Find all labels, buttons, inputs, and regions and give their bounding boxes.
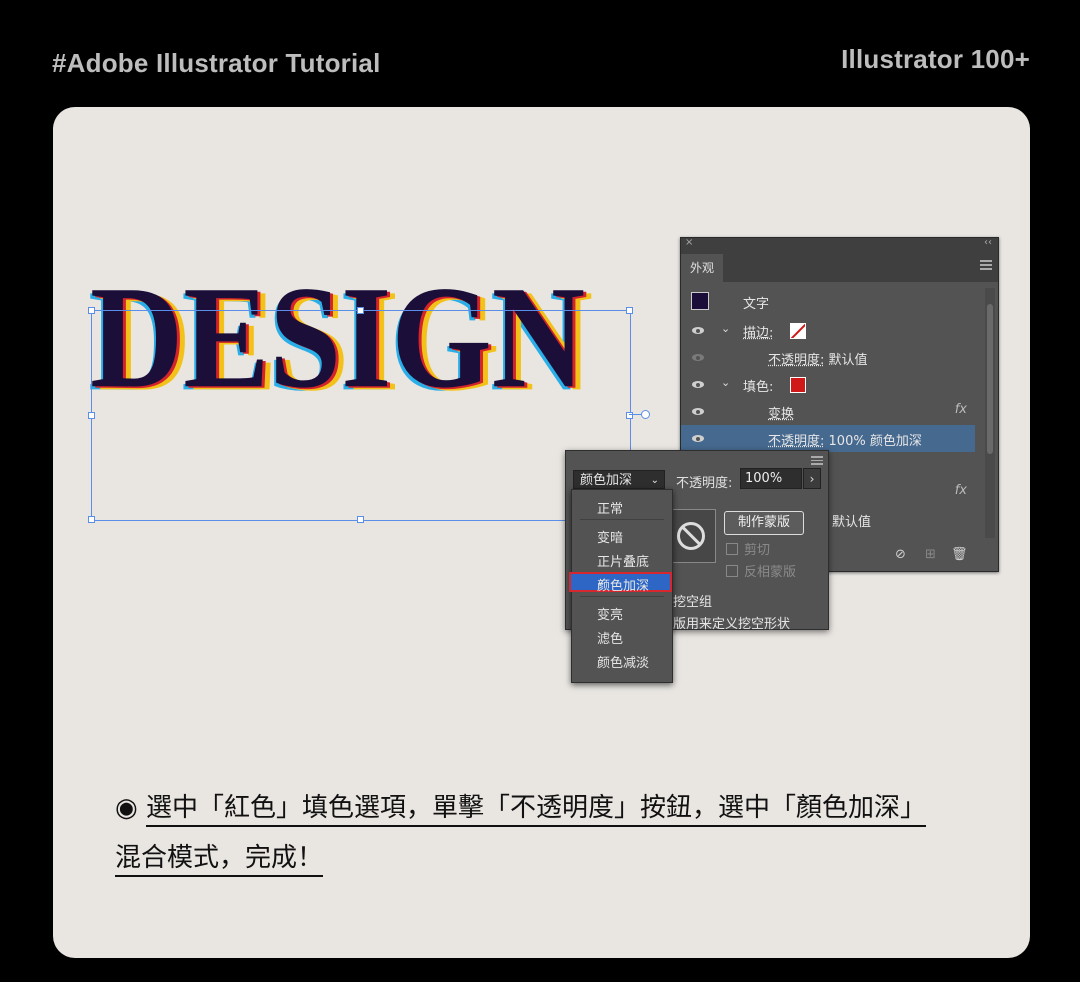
row-value: 100% 颜色加深 xyxy=(828,434,922,449)
appearance-row-stroke-opacity[interactable]: 不透明度: 默认值 xyxy=(681,344,975,371)
fx-icon[interactable]: fx xyxy=(955,402,967,417)
opacity-slider-arrow[interactable]: › xyxy=(803,468,821,489)
eye-icon[interactable] xyxy=(692,381,704,388)
eye-icon[interactable] xyxy=(692,435,704,442)
panel-tabs: 外观 xyxy=(681,252,998,282)
eye-icon[interactable] xyxy=(692,327,704,334)
selection-handle[interactable] xyxy=(626,307,633,314)
object-thumbnail xyxy=(666,509,716,563)
selection-handle[interactable] xyxy=(357,516,364,523)
blend-mode-menu: 正常 变暗 正片叠底 ✓ 颜色加深 变亮 滤色 颜色减淡 xyxy=(569,489,673,683)
instruction-caption: ◉ 選中「紅色」填色選項，單擊「不透明度」按鈕，選中「顏色加深」 混合模式，完成… xyxy=(115,783,975,883)
eye-icon[interactable] xyxy=(692,354,704,361)
appearance-row-transform[interactable]: 变换 fx xyxy=(681,398,975,425)
blend-item-screen[interactable]: 滤色 xyxy=(572,626,672,647)
opacity-input[interactable]: 100% xyxy=(740,468,802,489)
blend-item-color-dodge[interactable]: 颜色减淡 xyxy=(572,650,672,671)
row-value: 默认值 xyxy=(832,515,872,530)
delete-icon[interactable]: 🗑 xyxy=(951,547,968,562)
selection-handle[interactable] xyxy=(88,516,95,523)
selection-handle[interactable] xyxy=(357,307,364,314)
series-title: Illustrator 100+ xyxy=(841,44,1030,74)
row-label[interactable]: 变换 xyxy=(768,403,794,422)
collapse-icon[interactable]: ‹‹ xyxy=(984,237,992,248)
panel-titlebar: × ‹‹ xyxy=(681,237,998,252)
make-mask-button[interactable]: 制作蒙版 xyxy=(724,511,804,535)
menu-separator xyxy=(580,519,664,520)
blend-item-darken[interactable]: 变暗 xyxy=(572,525,672,546)
panel-scrollbar[interactable] xyxy=(985,288,995,538)
row-label: 填色: xyxy=(743,380,774,395)
content-card: DESIGN DESIGN DESIGN DESIGN × ‹‹ 外观 文字 ⌄… xyxy=(53,107,1030,958)
tab-appearance[interactable]: 外观 xyxy=(681,254,723,282)
opacity-label: 不透明度: xyxy=(676,476,733,491)
chevron-down-icon[interactable]: ⌄ xyxy=(721,322,730,335)
row-label[interactable]: 不透明度: xyxy=(768,353,824,368)
selection-handle[interactable] xyxy=(88,307,95,314)
clear-appearance-icon[interactable]: ⊘ xyxy=(895,547,906,562)
close-icon[interactable]: × xyxy=(685,237,693,248)
blend-item-color-burn[interactable]: ✓ 颜色加深 xyxy=(569,572,672,594)
invert-mask-checkbox[interactable] xyxy=(726,565,738,577)
fill-red-swatch[interactable] xyxy=(790,377,806,393)
type-swatch xyxy=(691,292,709,310)
no-mask-icon xyxy=(677,522,705,550)
blend-item-normal[interactable]: 正常 xyxy=(572,496,672,517)
knockout-shape-label[interactable]: 蒙版用来定义挖空形状 xyxy=(660,613,790,632)
bullet-icon: ◉ xyxy=(115,793,138,823)
blend-item-multiply[interactable]: 正片叠底 xyxy=(572,549,672,570)
rotate-handle-knob[interactable] xyxy=(641,410,650,419)
tutorial-title: #Adobe Illustrator Tutorial xyxy=(52,48,381,78)
panel-menu-icon[interactable] xyxy=(980,260,992,272)
menu-separator xyxy=(580,596,664,597)
knockout-group-label[interactable]: 挖空组 xyxy=(673,591,712,610)
row-label[interactable]: 描边: xyxy=(743,322,773,341)
chevron-down-icon[interactable]: ⌄ xyxy=(721,376,730,389)
clip-checkbox[interactable] xyxy=(726,543,738,555)
panel-menu-icon[interactable] xyxy=(811,456,823,467)
appearance-row-stroke[interactable]: ⌄ 描边: xyxy=(681,317,975,344)
selection-bounding-box[interactable] xyxy=(91,310,631,521)
row-label: 文字 xyxy=(743,297,770,312)
caption-line-2: 混合模式，完成！ xyxy=(115,843,324,877)
appearance-row-fill[interactable]: ⌄ 填色: xyxy=(681,371,975,398)
blend-mode-select[interactable]: 颜色加深 ⌄ xyxy=(573,470,665,489)
duplicate-item-icon[interactable]: ⊞ xyxy=(925,547,936,562)
stroke-none-swatch[interactable] xyxy=(790,323,806,339)
eye-icon[interactable] xyxy=(692,408,704,415)
appearance-row-fill-opacity[interactable]: 不透明度: 100% 颜色加深 xyxy=(681,425,975,452)
invert-mask-label: 反相蒙版 xyxy=(744,565,797,580)
blend-mode-value: 颜色加深 xyxy=(580,473,633,488)
fx-icon[interactable]: fx xyxy=(955,483,967,498)
appearance-row-type[interactable]: 文字 xyxy=(681,288,975,315)
caption-line-1: 選中「紅色」填色選項，單擊「不透明度」按鈕，選中「顏色加深」 xyxy=(145,793,926,827)
chevron-down-icon: ⌄ xyxy=(650,475,659,486)
clip-label: 剪切 xyxy=(744,543,771,558)
row-value: 默认值 xyxy=(828,353,868,368)
selection-handle[interactable] xyxy=(88,412,95,419)
blend-item-lighten[interactable]: 变亮 xyxy=(572,602,672,623)
row-label[interactable]: 不透明度: xyxy=(768,434,824,449)
